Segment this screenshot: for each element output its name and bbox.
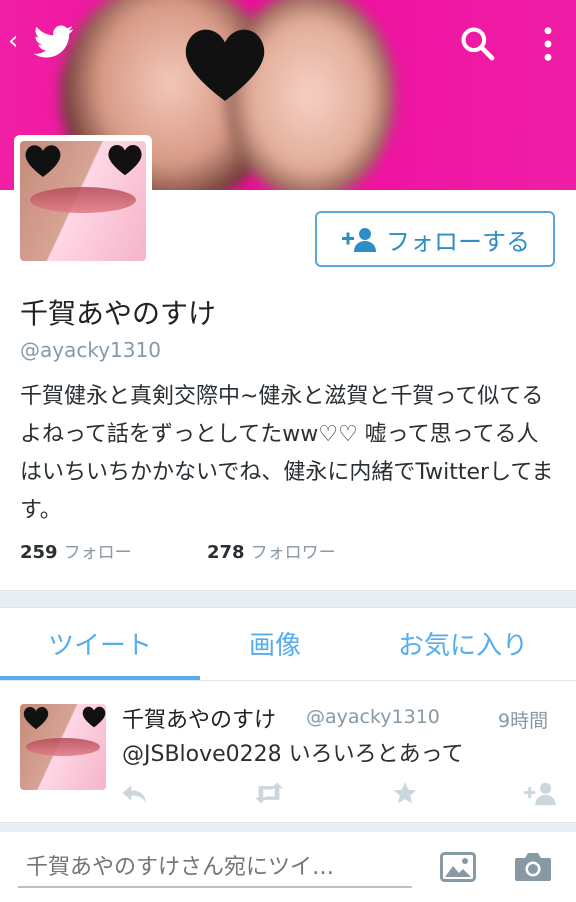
tab-favorites[interactable]: お気に入り [350,606,576,680]
back-chevron-icon[interactable]: ‹ [8,26,18,56]
avatar-image [20,141,146,261]
tweet-body: いろいろとあって [288,742,464,767]
profile-tabs: ツイート 画像 お気に入り [0,606,576,680]
follow-button[interactable]: フォローする [315,211,555,267]
follow-user-icon[interactable] [522,780,556,806]
reply-icon[interactable] [120,780,150,806]
heart-sticker-icon [185,29,265,101]
heart-sticker-icon [25,145,61,177]
twitter-bird-icon[interactable] [34,24,74,60]
tweet-author-handle: @ayacky1310 [306,706,440,728]
overflow-menu-icon[interactable] [536,24,560,64]
profile-avatar[interactable] [14,135,152,267]
profile-bio: 千賀健永と真剣交際中~健永と滋賀と千賀って似てるよねって話をずっとしてたww♡♡… [20,384,554,523]
followers-label: フォロワー [250,543,336,563]
image-icon[interactable] [440,852,476,882]
tweet-timestamp: 9時間 [498,710,549,732]
tab-media[interactable]: 画像 [200,606,350,680]
search-icon[interactable] [458,24,496,62]
tabs-divider [0,680,576,681]
following-stat[interactable]: 259 フォロー [20,538,132,563]
avatar-lips [30,187,136,213]
tweet-avatar[interactable] [20,704,106,790]
compose-tweet-input[interactable] [18,848,412,888]
profile-handle: @ayacky1310 [20,338,161,362]
following-count: 259 [20,542,58,563]
tweet-text: @JSBlove0228 いろいろとあって [122,736,464,768]
favorite-star-icon[interactable] [390,780,420,806]
heart-sticker-icon [108,145,142,176]
tweet-mention[interactable]: @JSBlove0228 [122,742,282,767]
tweet-author-name[interactable]: 千賀あやのすけ [122,702,276,734]
retweet-icon[interactable] [254,780,284,806]
add-user-icon [342,228,376,252]
following-label: フォロー [63,543,132,563]
heart-sticker-icon [23,706,49,730]
camera-icon[interactable] [514,850,552,882]
avatar-lips [26,738,100,756]
followers-stat[interactable]: 278 フォロワー [207,538,336,563]
followers-count: 278 [207,542,245,563]
follow-button-label: フォローする [386,227,530,256]
heart-sticker-icon [82,706,106,728]
tab-tweets[interactable]: ツイート [0,606,200,680]
profile-name: 千賀あやのすけ [20,297,217,330]
